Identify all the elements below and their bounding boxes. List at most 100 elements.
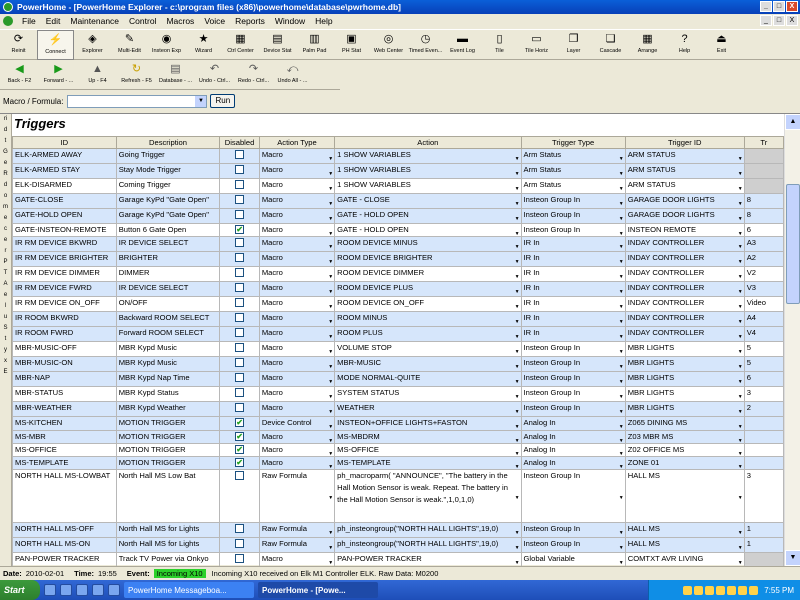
chevron-down-icon[interactable]: ▼ xyxy=(515,406,520,416)
chevron-down-icon[interactable]: ▼ xyxy=(619,286,624,296)
chevron-down-icon[interactable]: ▼ xyxy=(328,361,333,371)
ttype-cell[interactable]: Arm Status ▼ xyxy=(520,148,626,164)
menu-control[interactable]: Control xyxy=(124,16,161,26)
column-header-description[interactable]: Description xyxy=(115,136,221,149)
atype-cell[interactable]: Raw Formula ▼ xyxy=(258,537,336,554)
desc-cell[interactable]: North Hall MS for Lights xyxy=(115,537,221,554)
toolbar-undo-all-button[interactable]: ⤺ Undo All - ... xyxy=(273,61,312,89)
minimize-button[interactable]: _ xyxy=(760,1,772,12)
id-cell[interactable]: IR RM DEVICE BRIGHTER xyxy=(12,251,117,268)
tr-cell[interactable]: A2 xyxy=(743,251,784,268)
toolbar-refresh-button[interactable]: ⟳ Reinit xyxy=(0,30,37,60)
vertical-scrollbar[interactable]: ▲ ▼ xyxy=(784,114,800,566)
tray-power-icon[interactable] xyxy=(738,585,748,595)
chevron-down-icon[interactable]: ▼ xyxy=(515,153,520,163)
disabled-cell[interactable] xyxy=(219,296,260,313)
checkbox-unchecked[interactable] xyxy=(235,373,245,383)
chevron-down-icon[interactable]: ▼ xyxy=(328,542,333,552)
desc-cell[interactable]: North Hall MS Low Bat xyxy=(115,469,221,524)
id-cell[interactable]: MBR-WEATHER xyxy=(12,401,117,418)
scroll-down-icon[interactable]: ▼ xyxy=(785,550,800,566)
disabled-cell[interactable] xyxy=(219,386,260,403)
tr-cell[interactable]: 5 xyxy=(743,341,784,358)
checkbox-unchecked[interactable] xyxy=(235,388,245,398)
document-icon[interactable] xyxy=(3,16,13,26)
table-row[interactable]: NORTH HALL MS-ON North Hall MS for Lights… xyxy=(12,537,784,554)
child-close-button[interactable]: X xyxy=(786,15,798,26)
menu-maintenance[interactable]: Maintenance xyxy=(65,16,124,26)
ttype-cell[interactable]: Arm Status ▼ xyxy=(520,178,626,194)
tr-cell[interactable]: 5 xyxy=(743,356,784,373)
atype-cell[interactable]: Macro ▼ xyxy=(258,251,336,268)
action-cell[interactable]: MODE NORMAL-QUITE ▼ xyxy=(334,371,522,388)
toolbar-wizard-button[interactable]: ★ Wizard xyxy=(185,30,222,60)
tid-cell[interactable]: INDAY CONTROLLER ▼ xyxy=(624,236,745,253)
disabled-cell[interactable] xyxy=(219,178,260,194)
atype-cell[interactable]: Raw Formula ▼ xyxy=(258,469,336,524)
chevron-down-icon[interactable]: ▼ xyxy=(515,271,520,281)
action-cell[interactable]: MS-TEMPLATE ▼ xyxy=(334,456,522,471)
id-cell[interactable]: GATE-CLOSE xyxy=(12,193,117,209)
action-cell[interactable]: ph_insteongroup("NORTH HALL LIGHTS",19,0… xyxy=(334,537,522,554)
chevron-down-icon[interactable]: ▼ xyxy=(328,421,333,429)
tr-cell[interactable]: V4 xyxy=(743,326,784,343)
scroll-up-icon[interactable]: ▲ xyxy=(785,114,800,130)
tray-misc-icon[interactable] xyxy=(749,585,759,595)
disabled-cell[interactable] xyxy=(219,148,260,164)
desc-cell[interactable]: Track TV Power via Onkyo xyxy=(115,552,221,566)
table-row[interactable]: MS-MBR MOTION TRIGGER ✔ Macro ▼ MS-MBDRM ▼ Anal… xyxy=(12,429,784,444)
chevron-down-icon[interactable]: ▼ xyxy=(738,153,743,163)
table-row[interactable]: ELK-DISARMED Coming Trigger Macro ▼ 1 SHOW V… xyxy=(12,178,784,194)
desc-cell[interactable]: Garage KyPd "Gate Open" xyxy=(115,193,221,209)
chevron-down-icon[interactable]: ▼ xyxy=(738,557,743,566)
chevron-down-icon[interactable]: ▼ xyxy=(328,316,333,326)
toolbar-refresh2-button[interactable]: ↻ Refresh - F5 xyxy=(117,61,156,89)
tid-cell[interactable]: GARAGE DOOR LIGHTS ▼ xyxy=(624,208,745,224)
column-header-trigger-id[interactable]: Trigger ID xyxy=(624,136,745,149)
chevron-down-icon[interactable]: ▼ xyxy=(515,461,520,469)
tid-cell[interactable]: HALL MS ▼ xyxy=(624,469,745,524)
checkbox-unchecked[interactable] xyxy=(235,180,245,189)
tr-cell[interactable]: 2 xyxy=(743,401,784,418)
chevron-down-icon[interactable]: ▼ xyxy=(515,256,520,266)
toolbar-exit-button[interactable]: ⏏ Exit xyxy=(703,30,740,60)
tid-cell[interactable]: COMTXT AVR LIVING ▼ xyxy=(624,552,745,566)
column-header-disabled[interactable]: Disabled xyxy=(219,136,260,149)
atype-cell[interactable]: Macro ▼ xyxy=(258,341,336,358)
chevron-down-icon[interactable]: ▼ xyxy=(619,492,624,504)
desc-cell[interactable]: IR DEVICE SELECT xyxy=(115,236,221,253)
tid-cell[interactable]: INDAY CONTROLLER ▼ xyxy=(624,266,745,283)
ttype-cell[interactable]: Global Variable ▼ xyxy=(520,552,626,566)
table-row[interactable]: IR ROOM FWRD Forward ROOM SELECT Macro ▼ ROO… xyxy=(12,326,784,343)
chevron-down-icon[interactable]: ▼ xyxy=(515,316,520,326)
chevron-down-icon[interactable]: ▼ xyxy=(328,168,333,178)
chevron-down-icon[interactable]: ▼ xyxy=(738,286,743,296)
toolbar-explorer-button[interactable]: ◈ Explorer xyxy=(74,30,111,60)
ttype-cell[interactable]: IR In ▼ xyxy=(520,296,626,313)
desc-cell[interactable]: MBR Kypd Status xyxy=(115,386,221,403)
table-row[interactable]: IR RM DEVICE BKWRD IR DEVICE SELECT Macro ▼… xyxy=(12,236,784,253)
task-powerhome-button[interactable]: PowerHome - [Powe... xyxy=(258,582,378,598)
atype-cell[interactable]: Macro ▼ xyxy=(258,266,336,283)
quicklaunch-app-icon[interactable] xyxy=(108,584,120,596)
checkbox-checked[interactable]: ✔ xyxy=(235,418,245,428)
tid-cell[interactable]: INDAY CONTROLLER ▼ xyxy=(624,326,745,343)
toolbar-database-button[interactable]: ▤ Database - ... xyxy=(156,61,195,89)
chevron-down-icon[interactable]: ▼ xyxy=(619,361,624,371)
action-cell[interactable]: ph_macroparm( "ANNOUNCE", "The battery i… xyxy=(334,469,522,524)
disabled-cell[interactable] xyxy=(219,281,260,298)
table-row[interactable]: GATE-CLOSE Garage KyPd "Gate Open" Macro ▼ G… xyxy=(12,193,784,209)
disabled-cell[interactable] xyxy=(219,251,260,268)
desc-cell[interactable]: MBR Kypd Nap Time xyxy=(115,371,221,388)
tr-cell[interactable]: 6 xyxy=(743,222,784,238)
column-header-action[interactable]: Action xyxy=(334,136,522,149)
tr-cell[interactable]: V2 xyxy=(743,266,784,283)
chevron-down-icon[interactable]: ▼ xyxy=(738,391,743,401)
atype-cell[interactable]: Macro ▼ xyxy=(258,442,336,458)
atype-cell[interactable]: Macro ▼ xyxy=(258,456,336,471)
id-cell[interactable]: NORTH HALL MS-ON xyxy=(12,537,117,554)
desc-cell[interactable]: MOTION TRIGGER xyxy=(115,456,221,471)
ttype-cell[interactable]: Analog In ▼ xyxy=(520,416,626,431)
action-cell[interactable]: PAN-POWER TRACKER ▼ xyxy=(334,552,522,566)
tid-cell[interactable]: MBR LIGHTS ▼ xyxy=(624,386,745,403)
